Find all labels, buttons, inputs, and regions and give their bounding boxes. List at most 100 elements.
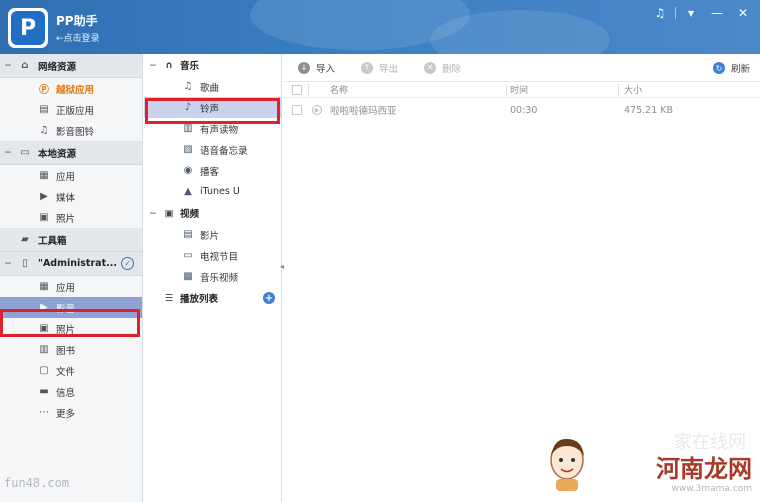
row-checkbox[interactable] [292, 105, 302, 115]
sidebar-item-label: 图书 [56, 345, 76, 357]
tree-head-label: 视频 [180, 209, 200, 220]
refresh-icon: ↻ [712, 62, 725, 74]
sidebar-item-device-messages[interactable]: ▬ 信息 [0, 381, 142, 402]
toolbar: ↓ 导入 ↑ 导出 ✕ 删除 ↻ 刷新 [284, 54, 760, 82]
minimize-button[interactable]: — [706, 4, 728, 22]
column-time[interactable]: 时间 [510, 83, 528, 96]
divider [308, 84, 309, 96]
section-label: 网络资源 [38, 61, 77, 73]
play-icon[interactable]: ▶ [312, 105, 322, 115]
collapse-icon[interactable]: − [149, 208, 163, 219]
podcast-icon: ◉ [183, 165, 193, 176]
toolbox-icon: ▰ [21, 234, 29, 245]
highlight-box-ringtones [145, 98, 280, 124]
message-icon: ▬ [39, 386, 49, 397]
refresh-button[interactable]: ↻ 刷新 [712, 61, 750, 75]
book-icon: ▥ [39, 344, 49, 355]
pp-assistant-window: P PP助手 ←点击登录 ♫ ▾ — ✕ − ⌂ 网络资源 Ⓟ 越狱应用 ▤ 正… [0, 0, 760, 502]
sidebar-item-device-apps[interactable]: ▦ 应用 [0, 276, 142, 297]
video-icon: ▶ [40, 191, 48, 202]
main-panel: ↓ 导入 ↑ 导出 ✕ 删除 ↻ 刷新 名称 时间 大小 ▶ 啦啦啦德玛西亚 0… [284, 54, 760, 502]
sidebar-item-label: 文件 [56, 366, 76, 378]
sidebar-section-device[interactable]: − ▯ "Administrat... ✓ [0, 252, 142, 276]
section-label: 工具箱 [38, 235, 67, 247]
menu-icon[interactable]: ▾ [680, 4, 702, 22]
tree-item-itunes-u[interactable]: ▲ iTunes U [144, 181, 281, 202]
tree-item-songs[interactable]: ♫ 歌曲 [144, 76, 281, 97]
tree-head-label: 音乐 [180, 61, 200, 72]
delete-icon: ✕ [424, 61, 437, 74]
photo-icon: ▣ [39, 212, 49, 223]
tree-head-music[interactable]: − ∩ 音乐 [144, 54, 281, 76]
tree-head-playlists[interactable]: ☰ 播放列表 + [144, 287, 281, 309]
sidebar-section-network[interactable]: − ⌂ 网络资源 [0, 54, 142, 78]
column-name[interactable]: 名称 [330, 83, 348, 96]
sidebar-item-genuine-apps[interactable]: ▤ 正版应用 [0, 99, 142, 120]
music-video-icon: ▩ [183, 271, 193, 282]
sidebar-item-label: 照片 [56, 213, 76, 225]
export-button[interactable]: ↑ 导出 [361, 61, 398, 75]
tree-item-label: 音乐视频 [200, 272, 239, 284]
sidebar-item-label: 信息 [56, 387, 76, 399]
sidebar-item-device-books[interactable]: ▥ 图书 [0, 339, 142, 360]
row-size: 475.21 KB [624, 104, 674, 116]
export-icon: ↑ [361, 61, 374, 74]
sidebar-section-toolbox[interactable]: ▰ 工具箱 [0, 228, 142, 252]
import-button[interactable]: ↓ 导入 [298, 61, 335, 75]
watermark-cartoon-icon [550, 438, 584, 491]
tree-item-music-videos[interactable]: ▩ 音乐视频 [144, 266, 281, 287]
delete-button[interactable]: ✕ 删除 [424, 61, 461, 75]
tree-head-video[interactable]: − ▣ 视频 [144, 202, 281, 224]
delete-label: 删除 [442, 63, 462, 75]
sidebar-item-local-media[interactable]: ▶ 媒体 [0, 186, 142, 207]
collapse-icon[interactable]: − [4, 60, 14, 71]
tree-item-tv-shows[interactable]: ▭ 电视节目 [144, 245, 281, 266]
refresh-label: 刷新 [730, 64, 750, 75]
sidebar-item-local-photos[interactable]: ▣ 照片 [0, 207, 142, 228]
tree-item-voice-memos[interactable]: ▧ 语音备忘录 [144, 139, 281, 160]
watermark-title: 河南龙网 [656, 454, 752, 483]
collapse-icon[interactable]: − [149, 60, 163, 71]
column-size[interactable]: 大小 [624, 83, 642, 96]
monitor-icon: ▭ [20, 147, 30, 158]
tree-item-movies[interactable]: ▤ 影片 [144, 224, 281, 245]
import-label: 导入 [316, 63, 336, 75]
watermark-text: fun48.com [4, 476, 70, 490]
sidebar-item-label: 应用 [56, 282, 76, 294]
sidebar-item-jailbreak-apps[interactable]: Ⓟ 越狱应用 [0, 78, 142, 99]
sidebar-section-local[interactable]: − ▭ 本地资源 [0, 141, 142, 165]
headphones-icon: ∩ [165, 59, 173, 71]
sidebar-item-label: 正版应用 [56, 105, 95, 117]
sidebar-item-media-ringtones[interactable]: ♫ 影音图铃 [0, 120, 142, 141]
add-playlist-icon[interactable]: + [263, 292, 275, 304]
tree-item-podcasts[interactable]: ◉ 播客 [144, 160, 281, 181]
tree-head-label: 播放列表 [180, 294, 219, 305]
sidebar-item-device-more[interactable]: ⋯ 更多 [0, 402, 142, 423]
select-all-checkbox[interactable] [292, 84, 302, 95]
tree-item-label: 影片 [200, 230, 220, 242]
collapse-icon[interactable]: − [4, 258, 14, 269]
sidebar-item-local-apps[interactable]: ▦ 应用 [0, 165, 142, 186]
watermark: 河南龙网 www.3mama.com [656, 449, 752, 494]
sidebar-item-label: 应用 [56, 171, 76, 183]
audiobook-icon: ▥ [183, 123, 193, 134]
close-button[interactable]: ✕ [732, 4, 754, 22]
sidebar-item-label: 影音图铃 [56, 126, 95, 138]
row-time: 00:30 [510, 104, 538, 116]
table-header: 名称 时间 大小 [284, 82, 760, 98]
logo-letter: P [11, 11, 45, 45]
grid-icon: ▦ [39, 281, 49, 292]
sidebar-item-device-files[interactable]: ▢ 文件 [0, 360, 142, 381]
playlist-icon: ☰ [164, 292, 174, 304]
store-icon: ▤ [39, 104, 49, 115]
tree-item-label: 播客 [200, 166, 220, 178]
window-controls: ♫ ▾ — ✕ [649, 4, 754, 22]
divider [506, 84, 507, 96]
sidebar-item-label: 媒体 [56, 192, 76, 204]
table-row[interactable]: ▶ 啦啦啦德玛西亚 00:30 475.21 KB [284, 98, 760, 122]
login-link[interactable]: ←点击登录 [56, 31, 100, 44]
collapse-icon[interactable]: − [4, 147, 14, 158]
more-icon: ⋯ [39, 407, 49, 418]
tree-item-label: 语音备忘录 [200, 145, 248, 157]
music-icon[interactable]: ♫ [649, 4, 671, 22]
